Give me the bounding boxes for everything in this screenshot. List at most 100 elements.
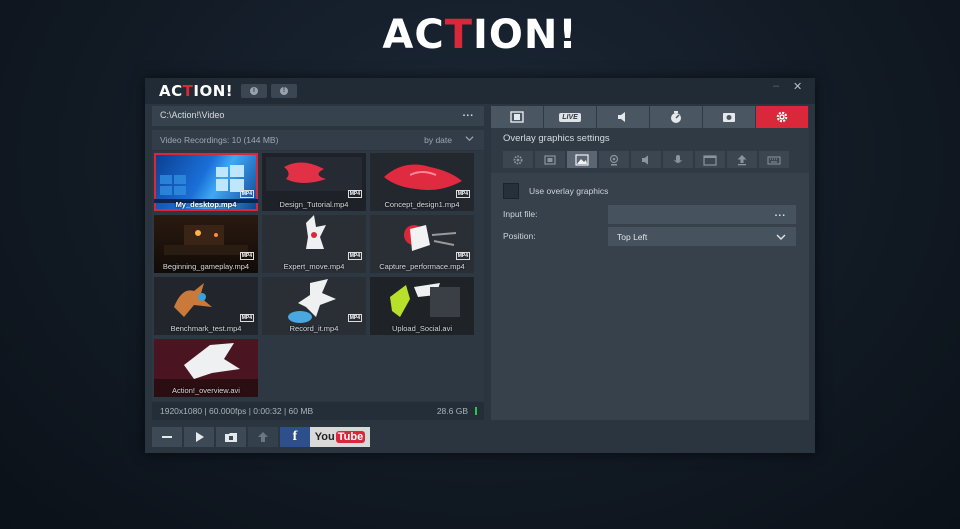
image-icon: [575, 153, 589, 166]
format-badge: MP4: [455, 190, 470, 198]
youtube-tube: Tube: [335, 431, 366, 443]
live-icon: LIVE: [559, 112, 581, 122]
close-button[interactable]: ✕: [793, 80, 802, 93]
tab-live[interactable]: LIVE: [544, 106, 596, 128]
facebook-icon: f: [292, 429, 298, 444]
format-badge: MP4: [239, 314, 254, 322]
file-name: Upload_Social.avi: [391, 324, 453, 333]
youtube-you: You: [314, 431, 335, 443]
settings-icon: [776, 111, 788, 123]
use-overlay-label: Use overlay graphics: [529, 186, 609, 196]
info-icon: i: [250, 87, 258, 95]
folder-path: C:\Action!\Video: [160, 110, 225, 120]
subtab-speaker[interactable]: [631, 151, 661, 168]
gear-icon: [513, 155, 523, 164]
file-thumbnail[interactable]: Action!_overview.avi: [154, 339, 258, 397]
path-menu-button[interactable]: ...: [463, 108, 474, 119]
tab-screenshot[interactable]: [703, 106, 755, 128]
subtab-overlay[interactable]: [567, 151, 597, 168]
video-info: 1920x1080 | 60.000fps | 0:00:32 | 60 MB: [160, 406, 314, 416]
path-bar[interactable]: C:\Action!\Video ...: [152, 106, 484, 126]
screenshot-icon: [723, 113, 735, 122]
file-name: Action!_overview.avi: [172, 386, 240, 395]
app-window: ACTION! i ! – ✕ C:\Action!\Video ... Vid…: [145, 78, 815, 453]
minus-icon: [162, 436, 172, 438]
disk-indicator: [475, 407, 477, 415]
subtab-general[interactable]: [503, 151, 533, 168]
title-bar: ACTION! i ! – ✕: [145, 78, 815, 104]
subtab-webcam[interactable]: [599, 151, 629, 168]
browse-button[interactable]: ...: [775, 208, 786, 219]
webcam-icon: [609, 154, 619, 165]
file-thumbnail[interactable]: Upload_Social.avi: [370, 277, 474, 335]
file-name: Beginning_gameplay.mp4: [162, 262, 250, 271]
subtab-window[interactable]: [695, 151, 725, 168]
format-badge: MP4: [347, 190, 362, 198]
file-name: My_desktop.mp4: [175, 200, 237, 209]
recordings-count: Video Recordings: 10 (144 MB): [160, 135, 279, 145]
play-icon: [196, 432, 204, 442]
overlay-settings-form: Use overlay graphics Input file: ... Pos…: [491, 173, 809, 420]
file-name: Design_Tutorial.mp4: [279, 200, 349, 209]
minimize-button[interactable]: –: [773, 80, 779, 92]
position-dropdown[interactable]: Top Left: [608, 227, 796, 246]
file-thumbnail[interactable]: Concept_design1.mp4 MP4: [370, 153, 474, 211]
format-badge: MP4: [239, 252, 254, 260]
audio-icon: [618, 112, 625, 122]
file-name: Capture_performace.mp4: [379, 262, 465, 271]
format-badge: MP4: [239, 190, 254, 198]
file-name: Expert_move.mp4: [283, 262, 345, 271]
position-value: Top Left: [617, 232, 648, 242]
info-button[interactable]: i: [241, 84, 267, 98]
disk-space: 28.6 GB: [436, 406, 468, 416]
sort-dropdown[interactable]: by date: [424, 135, 452, 145]
exclamation-icon: !: [280, 87, 288, 95]
chevron-down-icon: [776, 234, 786, 240]
file-thumbnail[interactable]: Benchmark_test.mp4 MP4: [154, 277, 258, 335]
open-folder-button[interactable]: [216, 427, 246, 447]
recordings-header: Video Recordings: 10 (144 MB) by date: [152, 130, 484, 150]
facebook-button[interactable]: f: [280, 427, 310, 447]
file-thumbnail[interactable]: Record_it.mp4 MP4: [262, 277, 366, 335]
youtube-button[interactable]: You Tube: [310, 427, 370, 447]
folder-icon: [225, 433, 237, 442]
file-thumbnail[interactable]: Capture_performace.mp4 MP4: [370, 215, 474, 273]
tab-video[interactable]: [491, 106, 543, 128]
format-badge: MP4: [347, 314, 362, 322]
subtab-upload[interactable]: [727, 151, 757, 168]
microphone-icon: [674, 154, 682, 163]
window-icon: [703, 154, 717, 166]
format-badge: MP4: [347, 252, 362, 260]
file-name: Record_it.mp4: [289, 324, 339, 333]
subtab-keyboard[interactable]: [759, 151, 789, 168]
film-icon: [544, 154, 556, 165]
about-button[interactable]: !: [271, 84, 297, 98]
subtab-video[interactable]: [535, 151, 565, 168]
file-thumbnail[interactable]: Design_Tutorial.mp4 MP4: [262, 153, 366, 211]
input-file-field[interactable]: ...: [608, 205, 796, 224]
chevron-down-icon[interactable]: [465, 134, 474, 143]
file-browser: C:\Action!\Video ... Video Recordings: 1…: [152, 106, 484, 420]
main-tabs: LIVE: [491, 106, 809, 128]
upload-icon: [737, 154, 747, 165]
upload-button[interactable]: [248, 427, 278, 447]
action-logo: ACTION!: [382, 12, 578, 58]
subtab-microphone[interactable]: [663, 151, 693, 168]
use-overlay-checkbox[interactable]: [503, 183, 519, 199]
position-label: Position:: [503, 231, 536, 241]
delete-button[interactable]: [152, 427, 182, 447]
video-icon: [510, 111, 524, 123]
tab-settings[interactable]: [756, 106, 808, 128]
speaker-icon: [642, 155, 648, 164]
status-bar: 1920x1080 | 60.000fps | 0:00:32 | 60 MB …: [152, 402, 484, 420]
settings-panel: LIVE Overlay graphics settings Use overl…: [491, 106, 809, 420]
file-thumbnail[interactable]: Expert_move.mp4 MP4: [262, 215, 366, 273]
window-logo: ACTION!: [159, 82, 234, 100]
file-thumbnail[interactable]: My_desktop.mp4 MP4: [154, 153, 258, 211]
tab-audio[interactable]: [597, 106, 649, 128]
file-thumbnail[interactable]: Beginning_gameplay.mp4 MP4: [154, 215, 258, 273]
file-name: Benchmark_test.mp4: [170, 324, 242, 333]
upload-icon: [258, 432, 268, 442]
tab-benchmark[interactable]: [650, 106, 702, 128]
play-button[interactable]: [184, 427, 214, 447]
